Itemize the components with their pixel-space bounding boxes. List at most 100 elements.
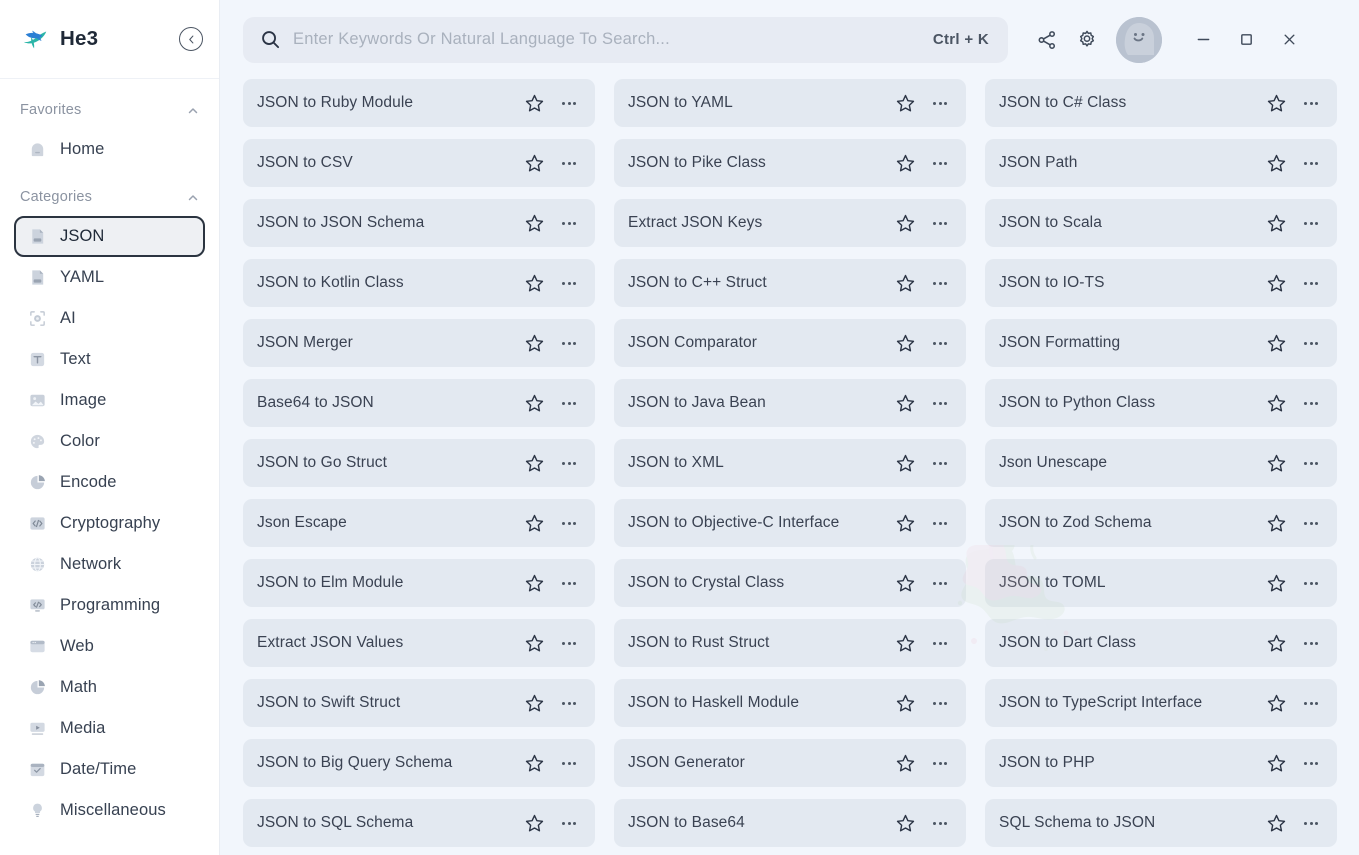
star-outline-icon[interactable]: [1266, 333, 1287, 354]
tool-card[interactable]: JSON to XML: [614, 439, 966, 487]
star-outline-icon[interactable]: [895, 633, 916, 654]
star-outline-icon[interactable]: [895, 153, 916, 174]
ellipsis-icon[interactable]: [930, 461, 950, 465]
tool-card[interactable]: JSON to Java Bean: [614, 379, 966, 427]
sidebar-item-color[interactable]: Color: [14, 421, 205, 462]
close-button[interactable]: [1274, 25, 1304, 55]
tool-card[interactable]: JSON to Zod Schema: [985, 499, 1337, 547]
star-outline-icon[interactable]: [524, 813, 545, 834]
star-outline-icon[interactable]: [895, 333, 916, 354]
tool-card[interactable]: JSON to Ruby Module: [243, 79, 595, 127]
tool-card[interactable]: JSON to Pike Class: [614, 139, 966, 187]
star-outline-icon[interactable]: [524, 453, 545, 474]
star-outline-icon[interactable]: [524, 333, 545, 354]
sidebar-item-math[interactable]: Math: [14, 667, 205, 708]
tool-card[interactable]: JSON to C# Class: [985, 79, 1337, 127]
ellipsis-icon[interactable]: [559, 761, 579, 765]
ellipsis-icon[interactable]: [559, 221, 579, 225]
tool-card[interactable]: JSON to TypeScript Interface: [985, 679, 1337, 727]
sidebar-item-date-time[interactable]: Date/Time: [14, 749, 205, 790]
tool-card[interactable]: JSON to Objective-C Interface: [614, 499, 966, 547]
tool-card[interactable]: JSON to Scala: [985, 199, 1337, 247]
ellipsis-icon[interactable]: [930, 581, 950, 585]
tool-card[interactable]: Json Unescape: [985, 439, 1337, 487]
tool-card[interactable]: JSON to YAML: [614, 79, 966, 127]
ellipsis-icon[interactable]: [930, 641, 950, 645]
star-outline-icon[interactable]: [1266, 513, 1287, 534]
star-outline-icon[interactable]: [895, 813, 916, 834]
sidebar-section-favorites[interactable]: Favorites: [0, 93, 219, 127]
ellipsis-icon[interactable]: [1301, 701, 1321, 705]
star-outline-icon[interactable]: [895, 693, 916, 714]
ellipsis-icon[interactable]: [1301, 581, 1321, 585]
ellipsis-icon[interactable]: [559, 341, 579, 345]
tool-card[interactable]: JSON to CSV: [243, 139, 595, 187]
ellipsis-icon[interactable]: [930, 521, 950, 525]
tool-card[interactable]: JSON to PHP: [985, 739, 1337, 787]
tool-card[interactable]: JSON to Big Query Schema: [243, 739, 595, 787]
ellipsis-icon[interactable]: [559, 701, 579, 705]
sidebar-item-network[interactable]: Network: [14, 544, 205, 585]
ellipsis-icon[interactable]: [1301, 101, 1321, 105]
ellipsis-icon[interactable]: [930, 161, 950, 165]
chevron-left-circle-icon[interactable]: [179, 27, 203, 51]
ellipsis-icon[interactable]: [1301, 521, 1321, 525]
sidebar-item-ai[interactable]: AI: [14, 298, 205, 339]
chevron-up-icon[interactable]: [187, 104, 199, 116]
search-input[interactable]: Enter Keywords Or Natural Language To Se…: [243, 16, 1008, 63]
star-outline-icon[interactable]: [895, 93, 916, 114]
star-outline-icon[interactable]: [1266, 633, 1287, 654]
sidebar-item-cryptography[interactable]: Cryptography: [14, 503, 205, 544]
ellipsis-icon[interactable]: [930, 761, 950, 765]
tool-card[interactable]: Extract JSON Keys: [614, 199, 966, 247]
star-outline-icon[interactable]: [1266, 213, 1287, 234]
tool-card[interactable]: Extract JSON Values: [243, 619, 595, 667]
ellipsis-icon[interactable]: [930, 221, 950, 225]
tool-card[interactable]: JSON to Kotlin Class: [243, 259, 595, 307]
star-outline-icon[interactable]: [1266, 153, 1287, 174]
chevron-up-icon[interactable]: [187, 191, 199, 203]
ellipsis-icon[interactable]: [559, 281, 579, 285]
ellipsis-icon[interactable]: [930, 341, 950, 345]
ellipsis-icon[interactable]: [559, 521, 579, 525]
sidebar-item-image[interactable]: Image: [14, 380, 205, 421]
sidebar-item-text[interactable]: Text: [14, 339, 205, 380]
ellipsis-icon[interactable]: [930, 101, 950, 105]
star-outline-icon[interactable]: [1266, 453, 1287, 474]
ellipsis-icon[interactable]: [1301, 341, 1321, 345]
share-icon[interactable]: [1036, 29, 1058, 51]
ellipsis-icon[interactable]: [930, 821, 950, 825]
sidebar-item-miscellaneous[interactable]: Miscellaneous: [14, 790, 205, 831]
tool-card[interactable]: Json Escape: [243, 499, 595, 547]
star-outline-icon[interactable]: [524, 513, 545, 534]
star-outline-icon[interactable]: [895, 513, 916, 534]
star-outline-icon[interactable]: [524, 153, 545, 174]
star-outline-icon[interactable]: [524, 753, 545, 774]
ellipsis-icon[interactable]: [559, 581, 579, 585]
ellipsis-icon[interactable]: [559, 401, 579, 405]
tool-card[interactable]: JSON Comparator: [614, 319, 966, 367]
star-outline-icon[interactable]: [895, 213, 916, 234]
ellipsis-icon[interactable]: [1301, 221, 1321, 225]
ellipsis-icon[interactable]: [1301, 401, 1321, 405]
tool-card[interactable]: JSON Formatting: [985, 319, 1337, 367]
tool-card[interactable]: JSON to Dart Class: [985, 619, 1337, 667]
tool-card[interactable]: Base64 to JSON: [243, 379, 595, 427]
ellipsis-icon[interactable]: [1301, 641, 1321, 645]
sidebar-item-json[interactable]: JSON: [14, 216, 205, 257]
tool-card[interactable]: JSON to Python Class: [985, 379, 1337, 427]
star-outline-icon[interactable]: [524, 693, 545, 714]
star-outline-icon[interactable]: [895, 273, 916, 294]
star-outline-icon[interactable]: [1266, 273, 1287, 294]
tool-card[interactable]: JSON to Rust Struct: [614, 619, 966, 667]
tool-card[interactable]: JSON to TOML: [985, 559, 1337, 607]
tool-card[interactable]: JSON to Swift Struct: [243, 679, 595, 727]
ellipsis-icon[interactable]: [1301, 281, 1321, 285]
ellipsis-icon[interactable]: [559, 161, 579, 165]
star-outline-icon[interactable]: [524, 573, 545, 594]
avatar[interactable]: [1116, 16, 1162, 63]
ellipsis-icon[interactable]: [1301, 821, 1321, 825]
star-outline-icon[interactable]: [1266, 93, 1287, 114]
star-outline-icon[interactable]: [524, 93, 545, 114]
star-outline-icon[interactable]: [1266, 573, 1287, 594]
